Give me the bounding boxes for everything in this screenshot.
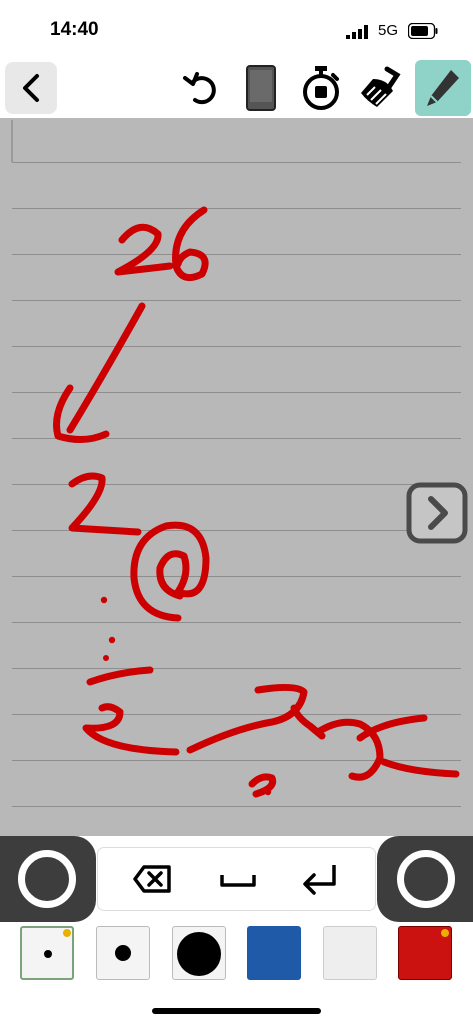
space-icon xyxy=(220,875,256,887)
return-icon xyxy=(303,865,336,895)
right-control-panel xyxy=(377,836,473,922)
undo-button[interactable] xyxy=(178,60,224,116)
large-dot-icon xyxy=(177,932,221,976)
network-type: 5G xyxy=(378,22,399,39)
battery-icon xyxy=(408,23,438,39)
status-time: 14:40 xyxy=(50,19,99,40)
drawing-canvas[interactable] xyxy=(0,118,473,836)
white-color-swatch[interactable] xyxy=(323,926,377,980)
small-dot-icon xyxy=(44,929,71,958)
signal-icon xyxy=(346,25,368,39)
pencil-icon xyxy=(427,70,459,106)
page-orientation-button[interactable] xyxy=(240,60,282,116)
left-circle-button[interactable] xyxy=(18,850,76,908)
medium-dot-brush[interactable] xyxy=(96,926,150,980)
broom-icon xyxy=(361,66,401,107)
back-icon xyxy=(23,74,39,102)
input-bar xyxy=(0,836,473,922)
clear-button[interactable] xyxy=(356,60,404,116)
selected-star-icon xyxy=(441,929,449,937)
large-dot-brush[interactable] xyxy=(172,926,226,980)
brush-palette xyxy=(0,922,473,988)
handwriting-strokes xyxy=(53,206,460,798)
red-color-swatch[interactable] xyxy=(398,926,452,980)
left-control-panel xyxy=(0,836,96,922)
backspace-icon xyxy=(133,865,171,893)
blue-color-swatch[interactable] xyxy=(247,926,301,980)
backspace-key[interactable] xyxy=(122,854,182,904)
chevron-right-icon xyxy=(406,482,468,544)
ink-dot xyxy=(103,655,109,661)
key-panel xyxy=(98,848,375,910)
ink-dot xyxy=(264,788,272,796)
undo-icon xyxy=(183,72,216,105)
pen-tool-button[interactable] xyxy=(415,60,471,116)
ink-dot xyxy=(108,636,116,644)
medium-dot-icon xyxy=(115,945,131,961)
next-page-button[interactable] xyxy=(406,482,468,544)
ink-dot xyxy=(100,596,108,604)
stopwatch-icon xyxy=(303,66,339,110)
return-key[interactable] xyxy=(290,854,350,904)
space-key[interactable] xyxy=(208,854,268,904)
back-button[interactable] xyxy=(5,62,57,114)
right-circle-button[interactable] xyxy=(397,850,455,908)
timer-button[interactable] xyxy=(298,60,344,116)
status-bar: 14:40 5G xyxy=(0,0,473,58)
home-indicator[interactable] xyxy=(152,1008,321,1014)
small-dot-brush[interactable] xyxy=(20,926,74,980)
phone-icon xyxy=(246,65,276,111)
toolbar xyxy=(0,58,473,118)
